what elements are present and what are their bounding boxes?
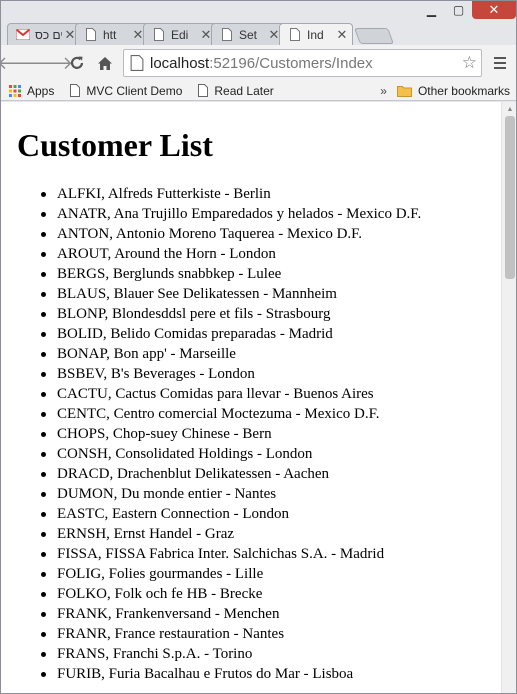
list-item: ALFKI, Alfreds Futterkiste - Berlin — [41, 184, 491, 204]
url-text: localhost:52196/Customers/Index — [150, 54, 373, 72]
list-item: CACTU, Cactus Comidas para llevar - Buen… — [41, 384, 491, 404]
bookmark-apps[interactable]: Apps — [9, 84, 54, 98]
list-item: CENTC, Centro comercial Moctezuma - Mexi… — [41, 404, 491, 424]
page-title: Customer List — [17, 127, 213, 163]
list-item: BOLID, Belido Comidas preparadas - Madri… — [41, 324, 491, 344]
tab-label: Ind — [307, 27, 324, 42]
tab-gmail[interactable]: ים כס ✕ — [7, 23, 81, 45]
bookmark-mvc-client-demo[interactable]: MVC Client Demo — [70, 84, 182, 98]
list-item: BLAUS, Blauer See Delikatessen - Mannhei… — [41, 284, 491, 304]
new-tab-button[interactable] — [354, 28, 394, 44]
page-icon — [70, 84, 81, 97]
tab-index[interactable]: Ind ✕ — [279, 23, 353, 45]
address-bar[interactable]: localhost:52196/Customers/Index ☆ — [123, 49, 482, 77]
tab-edit[interactable]: Edi ✕ — [143, 23, 217, 45]
tab-label: ים כס — [35, 27, 62, 42]
page-icon — [288, 28, 302, 42]
list-item: ERNSH, Ernst Handel - Graz — [41, 524, 491, 544]
list-item: DUMON, Du monde entier - Nantes — [41, 484, 491, 504]
page-viewport: Customer List ALFKI, Alfreds Futterkiste… — [1, 102, 516, 693]
browser-toolbar: 🡐 🡒 localhost:52196/Customers/Index ☆ — [1, 45, 516, 81]
scrollbar[interactable]: ▲ — [501, 102, 516, 693]
list-item: FRANK, Frankenversand - Menchen — [41, 604, 491, 624]
list-item: BONAP, Bon app' - Marseille — [41, 344, 491, 364]
list-item: FRANS, Franchi S.p.A. - Torino — [41, 644, 491, 664]
bookmark-label: Other bookmarks — [417, 83, 510, 98]
list-item: DRACD, Drachenblut Delikatessen - Aachen — [41, 464, 491, 484]
bookmark-label: Apps — [27, 83, 55, 98]
list-item: EASTC, Eastern Connection - London — [41, 504, 491, 524]
bookmark-label: Read Later — [214, 83, 274, 98]
page-icon — [84, 28, 98, 42]
forward-arrow-icon[interactable]: 🡒 — [25, 49, 73, 77]
tab-label: htt — [103, 27, 117, 42]
apps-icon — [9, 84, 21, 97]
bookmarks-overflow-button[interactable]: » — [380, 84, 387, 98]
home-icon[interactable] — [91, 49, 119, 77]
chrome-menu-icon[interactable] — [488, 49, 512, 77]
list-item: FISSA, FISSA Fabrica Inter. Salchichas S… — [41, 544, 491, 564]
browser-window: ים כס ✕ htt ✕ Edi ✕ Set ✕ Ind ✕ ▁ ▢ ✕ 🡐 … — [0, 0, 517, 694]
page-content: Customer List ALFKI, Alfreds Futterkiste… — [1, 102, 491, 693]
list-item: AROUT, Around the Horn - London — [41, 244, 491, 264]
window-controls: ▁ ▢ ✕ — [418, 1, 516, 19]
list-item: FOLKO, Folk och fe HB - Brecke — [41, 584, 491, 604]
page-icon — [130, 55, 144, 71]
list-item: CHOPS, Chop-suey Chinese - Bern — [41, 424, 491, 444]
list-item: BSBEV, B's Beverages - London — [41, 364, 491, 384]
tab-label: Set — [239, 27, 258, 42]
list-item: CONSH, Consolidated Holdings - London — [41, 444, 491, 464]
page-icon — [198, 84, 209, 97]
reload-icon[interactable] — [63, 49, 91, 77]
tab-strip: ים כס ✕ htt ✕ Edi ✕ Set ✕ Ind ✕ — [7, 23, 394, 45]
gmail-icon — [16, 28, 30, 42]
bookmark-star-icon[interactable]: ☆ — [462, 53, 477, 73]
bookmark-read-later[interactable]: Read Later — [198, 83, 274, 98]
list-item: ANTON, Antonio Moreno Taquerea - Mexico … — [41, 224, 491, 244]
list-item: BERGS, Berglunds snabbkep - Lulee — [41, 264, 491, 284]
tab-label: Edi — [171, 27, 189, 42]
list-item: FRANR, France restauration - Nantes — [41, 624, 491, 644]
list-item: BLONP, Blondesddsl pere et fils - Strasb… — [41, 304, 491, 324]
tab-http[interactable]: htt ✕ — [75, 23, 149, 45]
other-bookmarks[interactable]: Other bookmarks — [396, 83, 510, 98]
page-icon — [220, 28, 234, 42]
tab-settings[interactable]: Set ✕ — [211, 23, 285, 45]
close-icon[interactable]: ✕ — [336, 27, 348, 43]
scroll-up-icon[interactable]: ▲ — [502, 102, 516, 116]
customer-list: ALFKI, Alfreds Futterkiste - Berlin ANATR… — [17, 184, 491, 684]
page-icon — [152, 28, 166, 42]
bookmarks-bar: Apps MVC Client Demo Read Later » Other … — [1, 81, 516, 101]
title-bar: ים כס ✕ htt ✕ Edi ✕ Set ✕ Ind ✕ ▁ ▢ ✕ — [1, 1, 516, 45]
list-item: FOLIG, Folies gourmandes - Lille — [41, 564, 491, 584]
bookmark-label: MVC Client Demo — [86, 83, 183, 98]
scrollbar-thumb[interactable] — [505, 116, 515, 279]
minimize-icon[interactable]: ▁ — [418, 1, 445, 19]
list-item: FURIB, Furia Bacalhau e Frutos do Mar - … — [41, 664, 491, 684]
folder-icon — [396, 85, 412, 97]
list-item: ANATR, Ana Trujillo Emparedados y helado… — [41, 204, 491, 224]
maximize-icon[interactable]: ▢ — [445, 1, 472, 19]
window-close-icon[interactable]: ✕ — [472, 1, 516, 19]
